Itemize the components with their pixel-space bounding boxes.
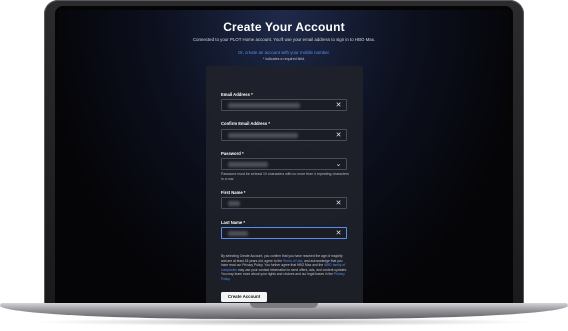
- confirm-email-field[interactable]: ✕: [221, 129, 347, 141]
- email-clear-icon[interactable]: ✕: [334, 101, 343, 110]
- password-helper: Password must be at least 10 characters …: [221, 172, 349, 181]
- legal-text-4: .: [229, 276, 231, 281]
- first-name-label: First Name *: [221, 190, 246, 195]
- first-name-clear-icon[interactable]: ✕: [334, 199, 343, 208]
- mobile-signup-link[interactable]: Or, create an account with your mobile n…: [59, 50, 509, 55]
- email-label: Email Address *: [221, 92, 253, 97]
- last-name-label: Last Name *: [221, 220, 245, 225]
- confirm-email-label: Confirm Email Address *: [221, 121, 270, 126]
- email-field[interactable]: ✕: [221, 99, 347, 111]
- legal-text-3: may use your contact information to send…: [221, 267, 348, 277]
- last-name-field[interactable]: ✕: [221, 227, 347, 239]
- email-value-obscured: [228, 103, 300, 108]
- confirm-email-clear-icon[interactable]: ✕: [334, 131, 343, 140]
- first-name-value-obscured: [228, 201, 240, 206]
- password-field[interactable]: ⌄: [221, 158, 347, 170]
- password-reveal-icon[interactable]: ⌄: [334, 160, 343, 169]
- required-note: * indicates a required field.: [262, 57, 306, 61]
- legal-consent-text: By selecting Create Account, you confirm…: [221, 254, 349, 282]
- laptop-base-notch: [250, 303, 318, 308]
- create-account-button[interactable]: Create Account: [221, 292, 267, 302]
- page-title: Create Your Account: [223, 20, 345, 34]
- laptop-screen: Create Your Account Connected to your PL…: [59, 10, 509, 306]
- last-name-value-obscured: [228, 231, 248, 236]
- first-name-field[interactable]: ✕: [221, 197, 347, 209]
- password-label: Password *: [221, 151, 244, 156]
- page-subtitle: Connected to your PLOT Home account. You…: [192, 37, 376, 42]
- laptop-shadow: [30, 318, 538, 326]
- password-value-obscured: [228, 162, 268, 167]
- last-name-clear-icon[interactable]: ✕: [334, 229, 343, 238]
- signup-form-card: Email Address * ✕ Confirm Email Address …: [206, 66, 363, 306]
- terms-of-use-link[interactable]: Terms of Use: [283, 259, 302, 263]
- confirm-email-value-obscured: [228, 133, 298, 138]
